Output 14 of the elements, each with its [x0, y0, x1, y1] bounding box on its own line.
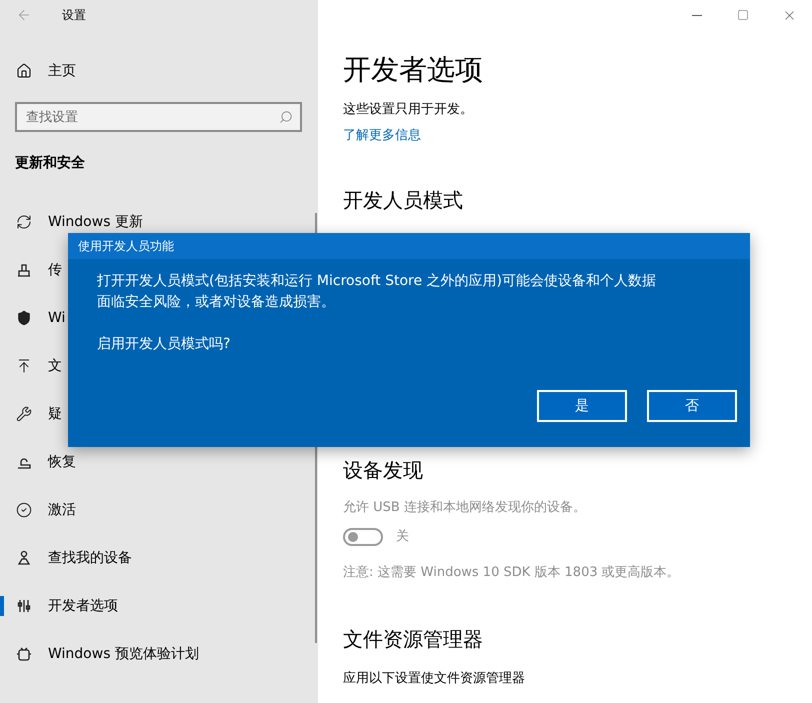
section-heading: 更新和安全: [14, 154, 86, 173]
page-title: 开发者选项: [343, 52, 484, 88]
description-text: 允许 USB 连接和本地网络发现你的设备。: [343, 499, 587, 517]
section-heading: 设备发现: [343, 457, 424, 484]
description-text: 应用以下设置使文件资源管理器: [343, 670, 526, 688]
dialog-question: 启用开发人员模式吗?: [97, 335, 232, 354]
dialog-message: 打开开发人员模式(包括安装和运行 Microsoft Store 之外的应用)可能会使设备和个人数据面临安全风险，或者对设备造成损害。: [97, 272, 657, 312]
note-text: 注意: 这需要 Windows 10 SDK 版本 1803 或更高版本。: [343, 564, 681, 582]
section-heading: 文件资源管理器: [343, 626, 484, 653]
dialog-title: 使用开发人员功能: [68, 233, 750, 259]
toggle-state: 关: [396, 528, 409, 546]
section-heading: 开发人员模式: [343, 187, 464, 214]
intro-text: 这些设置只用于开发。: [343, 101, 474, 119]
window-title: 设置: [62, 6, 86, 24]
